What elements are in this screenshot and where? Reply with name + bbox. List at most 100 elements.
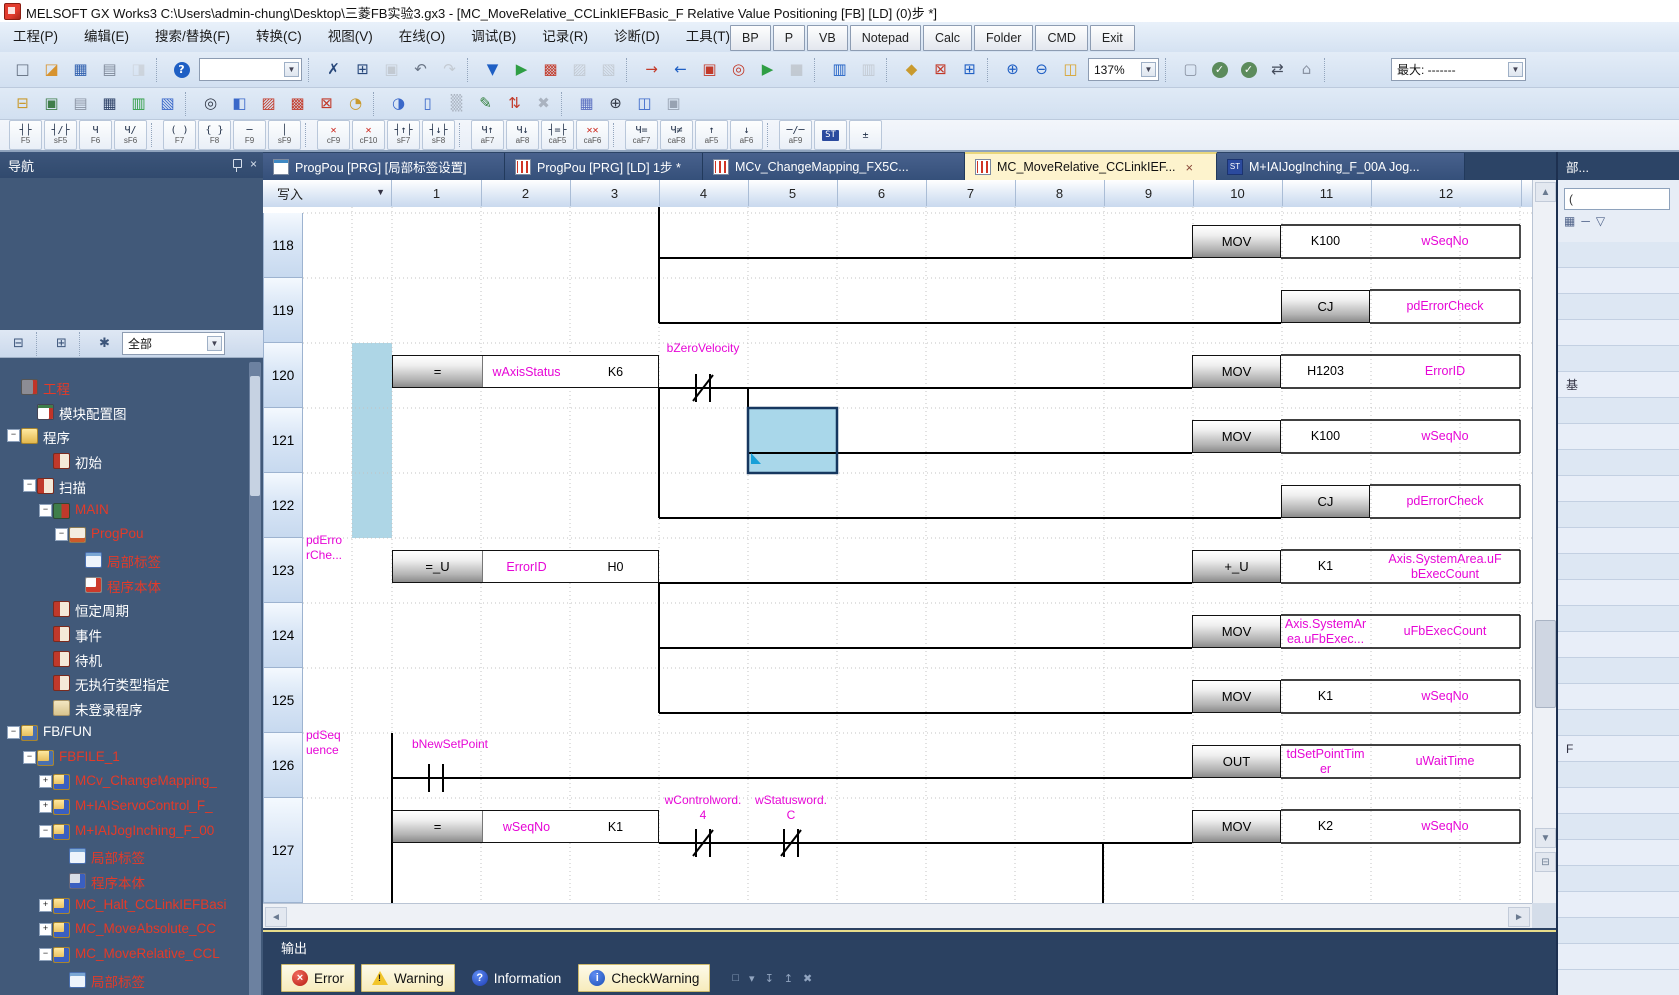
tree-expander-icon[interactable]: + (39, 923, 52, 936)
element-row[interactable] (1558, 346, 1679, 372)
element-row[interactable] (1558, 866, 1679, 892)
dim-tool-icon[interactable]: ▒ (443, 90, 470, 117)
operand-value[interactable]: Axis.SystemArea.uFbExecCount (1370, 552, 1520, 582)
compare-operand-2[interactable]: K6 (571, 356, 660, 387)
element-row[interactable] (1558, 944, 1679, 970)
ladder-tool-F7[interactable]: ( )F7 (163, 120, 196, 150)
output-tool-1[interactable]: ▾ (749, 972, 755, 985)
device-combo[interactable]: ▼ (199, 58, 302, 81)
write-plc-icon[interactable]: → (638, 56, 665, 83)
tree-item-未登录程序[interactable]: 未登录程序 (0, 695, 246, 719)
filter-dropdown-icon[interactable]: ▼ (376, 187, 385, 197)
row-number-123[interactable]: 123 (263, 538, 303, 603)
find-window-icon[interactable]: ◧ (226, 90, 253, 117)
operand-value[interactable]: wSeqNo (1370, 819, 1520, 834)
edit-mode-icon[interactable]: ✎ (472, 90, 499, 117)
ladder-tool-F9[interactable]: ─F9 (233, 120, 266, 150)
operand-value[interactable]: wSeqNo (1370, 234, 1520, 249)
compare-block-=[interactable]: =wAxisStatusK6 (392, 355, 659, 388)
instruction-box-OUT[interactable]: OUT (1192, 745, 1281, 778)
horizontal-scrollbar[interactable]: ◄ ► (263, 903, 1532, 929)
ladder-tool-F6[interactable]: ЧF6 (79, 120, 112, 150)
element-search-input[interactable]: ( (1564, 188, 1670, 210)
ladder-tool-sF6[interactable]: Ч/sF6 (114, 120, 147, 150)
menu-item-1[interactable]: 编辑(E) (71, 22, 142, 51)
tree-expander-icon[interactable]: − (55, 528, 68, 541)
chevron-down-icon[interactable]: ▼ (1508, 62, 1523, 77)
menu-item-8[interactable]: 诊断(D) (601, 22, 673, 51)
output-tool-4[interactable]: ✖ (803, 972, 812, 985)
sampling-trace-icon[interactable]: ◑ (385, 90, 412, 117)
row-number-122[interactable]: 122 (263, 473, 303, 538)
convert-icon[interactable]: ⊠ (927, 56, 954, 83)
element-row[interactable] (1558, 268, 1679, 294)
compare-block-=_U[interactable]: =_UErrorIDH0 (392, 550, 659, 583)
tree-expander-icon[interactable]: − (39, 825, 52, 838)
cut-icon[interactable]: ✗ (320, 56, 347, 83)
operand-value[interactable]: tdSetPointTimer (1281, 747, 1370, 777)
tree-expander-icon[interactable]: − (39, 504, 52, 517)
write-mode-cell[interactable]: 写入▼ (263, 180, 392, 206)
element-row[interactable] (1558, 710, 1679, 736)
ladder-tool-caF8[interactable]: Ч≠caF8 (660, 120, 693, 150)
cancel-icon[interactable]: ✖ (530, 90, 557, 117)
ladder-tool-sF8[interactable]: ┤↓├sF8 (422, 120, 455, 150)
operand-value[interactable]: pdErrorCheck (1370, 299, 1520, 314)
instruction-box-MOV[interactable]: MOV (1192, 680, 1281, 713)
contact-label[interactable]: bZeroVelocity (633, 341, 773, 356)
output-filter-information[interactable]: ?Information (461, 964, 573, 992)
element-row[interactable] (1558, 840, 1679, 866)
tab-3[interactable]: MC_MoveRelative_CCLinkIEF...× (965, 152, 1217, 180)
convert-all-icon[interactable]: ⊞ (956, 56, 983, 83)
operand-value[interactable]: wSeqNo (1370, 689, 1520, 704)
operand-value[interactable]: wSeqNo (1370, 429, 1520, 444)
operand-value[interactable]: K2 (1281, 819, 1370, 834)
detail-view-icon[interactable]: ▧ (154, 90, 181, 117)
menu-item-3[interactable]: 转换(C) (243, 22, 315, 51)
compare-operand-1[interactable]: wAxisStatus (482, 356, 571, 387)
tree-item-无执行类型指定[interactable]: 无执行类型指定 (0, 670, 246, 694)
tree-collapse-icon[interactable]: ⊞ (48, 330, 75, 357)
print-icon[interactable]: ▤ (96, 56, 123, 83)
element-row[interactable] (1558, 528, 1679, 554)
tree-item-MC_MoveRelative_CCL[interactable]: −MC_MoveRelative_CCL (0, 942, 246, 966)
device-list-icon[interactable]: ⊠ (313, 90, 340, 117)
zoom-level-select[interactable]: 137%▼ (1088, 58, 1159, 81)
ladder-tool-cF9[interactable]: ✕cF9 (317, 120, 350, 150)
tree-item-MC_Halt_CCLinkIEFBasi[interactable]: +MC_Halt_CCLinkIEFBasi (0, 893, 246, 917)
ladder-tool-ST[interactable]: ST (814, 120, 847, 150)
tree-item-待机[interactable]: 待机 (0, 646, 246, 670)
tree-filter-select[interactable]: 全部 ▼ (122, 332, 225, 355)
device-batch-icon[interactable]: ▨ (255, 90, 282, 117)
module-config-icon[interactable]: ▣ (38, 90, 65, 117)
ladder-tool-caF7[interactable]: Ч=caF7 (625, 120, 658, 150)
max-display-select[interactable]: 最大: -------▼ (1391, 58, 1526, 81)
io-assign-icon[interactable]: ▤ (67, 90, 94, 117)
quick-button-p[interactable]: P (773, 25, 805, 51)
tree-item-程序本体[interactable]: 程序本体 (0, 992, 246, 995)
tree-item-MC_MoveAbsolute_CC[interactable]: +MC_MoveAbsolute_CC (0, 917, 246, 941)
operand-value[interactable]: uFbExecCount (1370, 624, 1520, 639)
tree-expander-icon[interactable]: − (39, 948, 52, 961)
zoom-out-icon[interactable]: ⊖ (1028, 56, 1055, 83)
instruction-box-CJ[interactable]: CJ (1281, 485, 1370, 518)
compare-operand-1[interactable]: wSeqNo (482, 811, 571, 842)
chevron-down-icon[interactable]: ▼ (1141, 62, 1156, 77)
element-row[interactable] (1558, 632, 1679, 658)
tree-item-ProgPou[interactable]: −ProgPou (0, 522, 246, 546)
quick-button-notepad[interactable]: Notepad (850, 25, 921, 51)
element-tool-2[interactable]: ▽ (1596, 214, 1605, 228)
element-row[interactable] (1558, 398, 1679, 424)
pin-icon[interactable] (233, 159, 242, 168)
tree-expander-icon[interactable]: − (23, 479, 36, 492)
ladder-tool-sF5[interactable]: ┤/├sF5 (44, 120, 77, 150)
menu-item-4[interactable]: 视图(V) (315, 22, 386, 51)
tree-item-初始[interactable]: 初始 (0, 448, 246, 472)
ladder-tool-±[interactable]: ± (849, 120, 882, 150)
simulation-icon[interactable]: ▥ (826, 56, 853, 83)
tree-item-MCv_ChangeMapping_[interactable]: +MCv_ChangeMapping_ (0, 769, 246, 793)
monitor-stop-icon[interactable]: ■ (783, 56, 810, 83)
menu-item-7[interactable]: 记录(R) (529, 22, 601, 51)
instruction-box-MOV[interactable]: MOV (1192, 420, 1281, 453)
watch-icon[interactable]: ◎ (725, 56, 752, 83)
